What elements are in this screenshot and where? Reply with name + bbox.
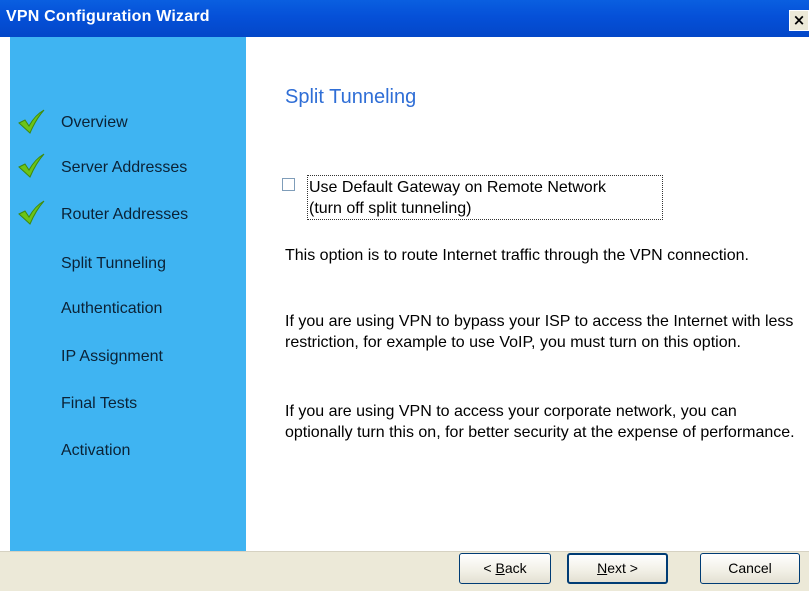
cancel-button[interactable]: Cancel — [700, 553, 800, 584]
step-router-addresses: Router Addresses — [61, 206, 189, 223]
step-activation: Activation — [61, 442, 131, 459]
description-paragraph: This option is to route Internet traffic… — [285, 247, 749, 264]
checkbox-label-line2: (turn off split tunneling) — [309, 200, 472, 217]
next-button[interactable]: Next > — [567, 553, 668, 584]
back-button[interactable]: < Back — [459, 553, 551, 584]
step-final-tests: Final Tests — [61, 395, 138, 412]
default-gateway-checkbox-label[interactable]: Use Default Gateway on Remote Network (t… — [307, 175, 663, 220]
page-title: Split Tunneling — [285, 86, 417, 108]
description-paragraph: If you are using VPN to bypass your ISP … — [285, 313, 794, 351]
title-bar: VPN Configuration Wizard — [0, 0, 809, 37]
checkbox-label-line1: Use Default Gateway on Remote Network — [309, 179, 607, 196]
default-gateway-checkbox[interactable] — [282, 178, 295, 191]
green-checkmark-icon — [18, 109, 45, 134]
description-paragraph: If you are using VPN to access your corp… — [285, 403, 795, 441]
close-icon: × — [792, 11, 806, 29]
content-panel — [246, 37, 809, 551]
step-server-addresses: Server Addresses — [61, 159, 188, 176]
green-checkmark-icon — [18, 200, 45, 225]
window-title: VPN Configuration Wizard — [6, 8, 210, 25]
button-bar — [0, 551, 809, 591]
step-ip-assignment: IP Assignment — [61, 348, 163, 365]
close-button[interactable]: × — [789, 10, 809, 31]
green-checkmark-icon — [18, 153, 45, 178]
step-authentication: Authentication — [61, 300, 163, 317]
step-split-tunneling: Split Tunneling — [61, 255, 166, 272]
wizard-window: VPN Configuration Wizard × Overview Serv… — [0, 0, 809, 591]
step-overview: Overview — [61, 114, 128, 131]
wizard-steps-sidebar — [10, 37, 246, 551]
